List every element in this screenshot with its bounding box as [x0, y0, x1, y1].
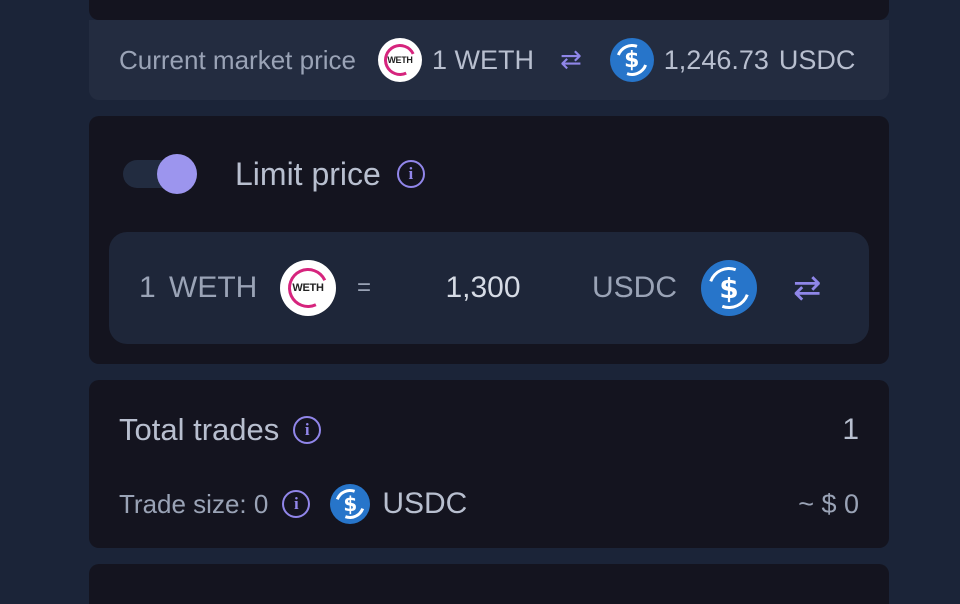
limit-quote-token: USDC: [592, 271, 678, 304]
limit-price-card: Limit price i 1 WETH WETH = USDC $ ⇄: [89, 116, 889, 364]
previous-card: [89, 0, 889, 20]
invert-price-icon[interactable]: ⇄: [793, 268, 822, 308]
weth-icon: WETH: [280, 260, 336, 316]
total-trades-label: Total trades: [119, 412, 280, 447]
market-quote-unit: USDC: [778, 44, 856, 75]
limit-price-toggle[interactable]: [123, 154, 197, 194]
limit-price-title: Limit price: [235, 155, 381, 192]
limit-base-token: WETH: [169, 271, 258, 304]
trades-card: Total trades i 1 Trade size: 0 i $ USDC …: [89, 380, 889, 548]
market-quote-amount: 1,246.73: [663, 44, 769, 75]
market-base-amount: 1 WETH: [431, 44, 534, 75]
swap-panel: Current market price WETH 1 WETH ⇄ $ 1,2…: [0, 0, 960, 604]
usdc-icon: $: [609, 38, 654, 82]
usdc-icon: $: [330, 484, 371, 524]
trade-size-label: Trade size: 0: [119, 488, 269, 519]
limit-price-row: 1 WETH WETH = USDC $ ⇄: [109, 232, 869, 344]
market-price-label: Current market price: [119, 44, 356, 75]
market-price-bar: Current market price WETH 1 WETH ⇄ $ 1,2…: [89, 20, 889, 100]
limit-price-header: Limit price i: [235, 154, 425, 194]
toggle-knob: [157, 154, 197, 194]
total-trades-value[interactable]: 1: [842, 413, 859, 447]
trade-size-currency: USDC: [382, 487, 468, 520]
total-trades-row: Total trades i 1: [119, 410, 859, 450]
usdc-icon: $: [701, 260, 757, 316]
next-card: [89, 564, 889, 604]
equals-sign: =: [357, 274, 372, 301]
trade-size-usd: ~ $ 0: [798, 488, 859, 519]
limit-price-input[interactable]: [425, 271, 541, 305]
trade-size-row: Trade size: 0 i $ USDC ~ $ 0: [119, 484, 859, 524]
info-icon[interactable]: i: [396, 160, 425, 188]
weth-icon: WETH: [377, 38, 422, 82]
info-icon[interactable]: i: [282, 490, 311, 518]
limit-quantity: 1: [139, 271, 156, 304]
swap-arrows-icon[interactable]: ⇄: [560, 45, 582, 75]
info-icon[interactable]: i: [293, 416, 322, 444]
